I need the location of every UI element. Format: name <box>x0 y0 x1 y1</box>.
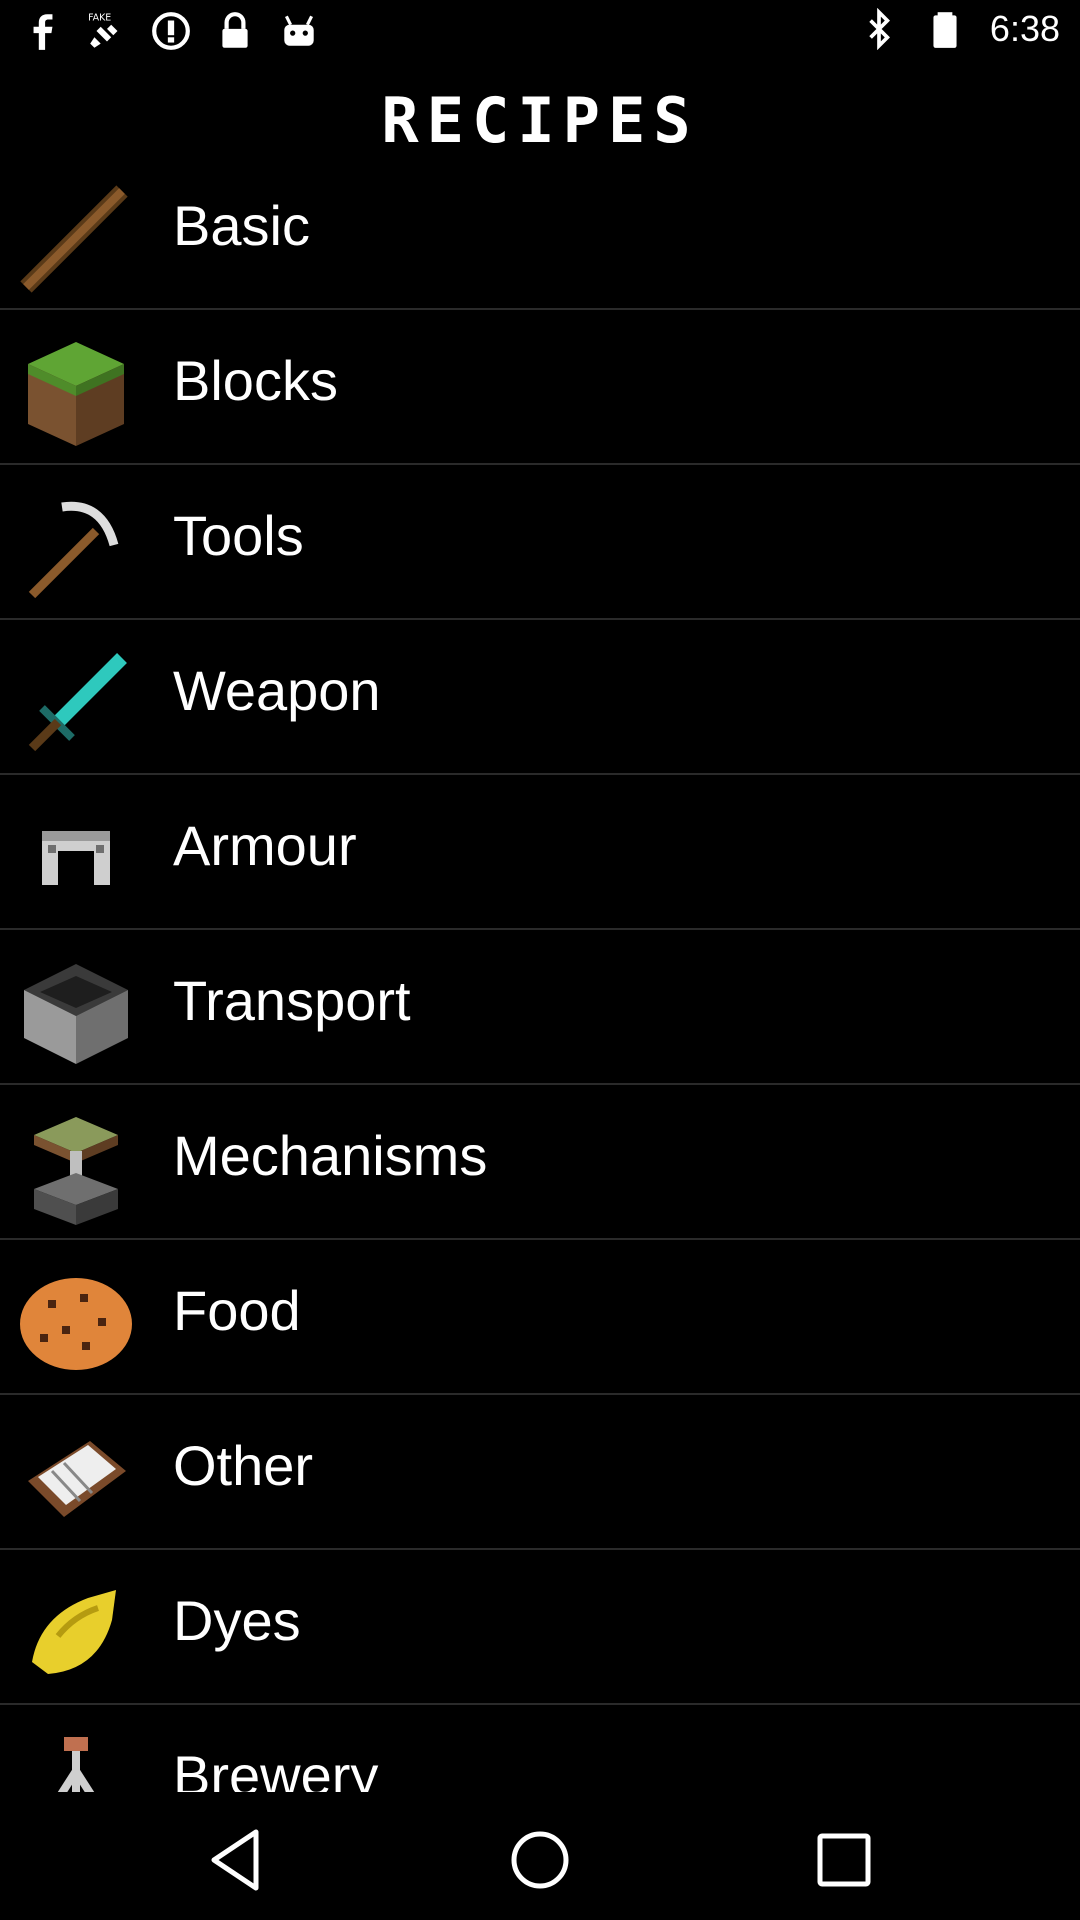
list-item-label: Other <box>173 1434 314 1497</box>
list-item-label: Brewery <box>173 1744 379 1792</box>
battery-icon <box>933 12 957 48</box>
home-icon[interactable] <box>500 1820 580 1900</box>
book-icon <box>28 1441 126 1517</box>
list-item-label: Mechanisms <box>173 1124 488 1187</box>
list-item-transport[interactable]: Transport <box>0 930 1080 1085</box>
list-item-weapon[interactable]: Weapon <box>0 620 1080 775</box>
list-item-food[interactable]: Food <box>0 1240 1080 1395</box>
list-item-tools[interactable]: Tools <box>0 465 1080 620</box>
list-item-dyes[interactable]: Dyes <box>0 1550 1080 1705</box>
list-item-label: Basic <box>173 194 310 257</box>
facebook-icon <box>33 14 53 50</box>
cookie-icon <box>20 1278 132 1370</box>
recents-icon[interactable] <box>804 1820 884 1900</box>
brewing-stand-icon <box>57 1737 95 1792</box>
list-item-brewery[interactable]: Brewery <box>0 1705 1080 1792</box>
page-title: RECIPES <box>381 84 699 157</box>
svg-text:FAKE: FAKE <box>88 13 111 24</box>
info-icon <box>152 12 190 50</box>
yellow-dye-icon <box>32 1590 116 1674</box>
pickaxe-icon <box>28 501 119 599</box>
list-item-label: Weapon <box>173 659 381 722</box>
minecart-icon <box>24 964 128 1064</box>
bluetooth-icon <box>869 8 890 50</box>
list-item-basic[interactable]: Basic <box>0 155 1080 310</box>
fake-gps-icon: FAKE <box>88 13 118 48</box>
list-item-other[interactable]: Other <box>0 1395 1080 1550</box>
status-bar: FAKE 6:38 <box>0 0 1080 62</box>
list-item-mechanisms[interactable]: Mechanisms <box>0 1085 1080 1240</box>
grass-block-icon <box>28 342 124 446</box>
category-list: Basic Blocks Tools Weapon Armour Transpo… <box>0 155 1080 1792</box>
lock-icon <box>222 12 248 48</box>
android-icon <box>284 15 314 46</box>
list-item-label: Dyes <box>173 1589 301 1652</box>
helmet-icon <box>42 831 110 885</box>
list-item-blocks[interactable]: Blocks <box>0 310 1080 465</box>
back-icon[interactable] <box>196 1820 276 1900</box>
piston-icon <box>34 1117 118 1225</box>
list-item-label: Tools <box>173 504 304 567</box>
list-item-armour[interactable]: Armour <box>0 775 1080 930</box>
list-item-label: Blocks <box>173 349 338 412</box>
stick-icon <box>20 185 128 293</box>
list-item-label: Food <box>173 1279 301 1342</box>
navigation-bar <box>0 1792 1080 1920</box>
list-item-label: Transport <box>173 969 411 1032</box>
list-item-label: Armour <box>173 814 357 877</box>
status-time: 6:38 <box>989 8 1060 49</box>
diamond-sword-icon <box>28 653 127 752</box>
